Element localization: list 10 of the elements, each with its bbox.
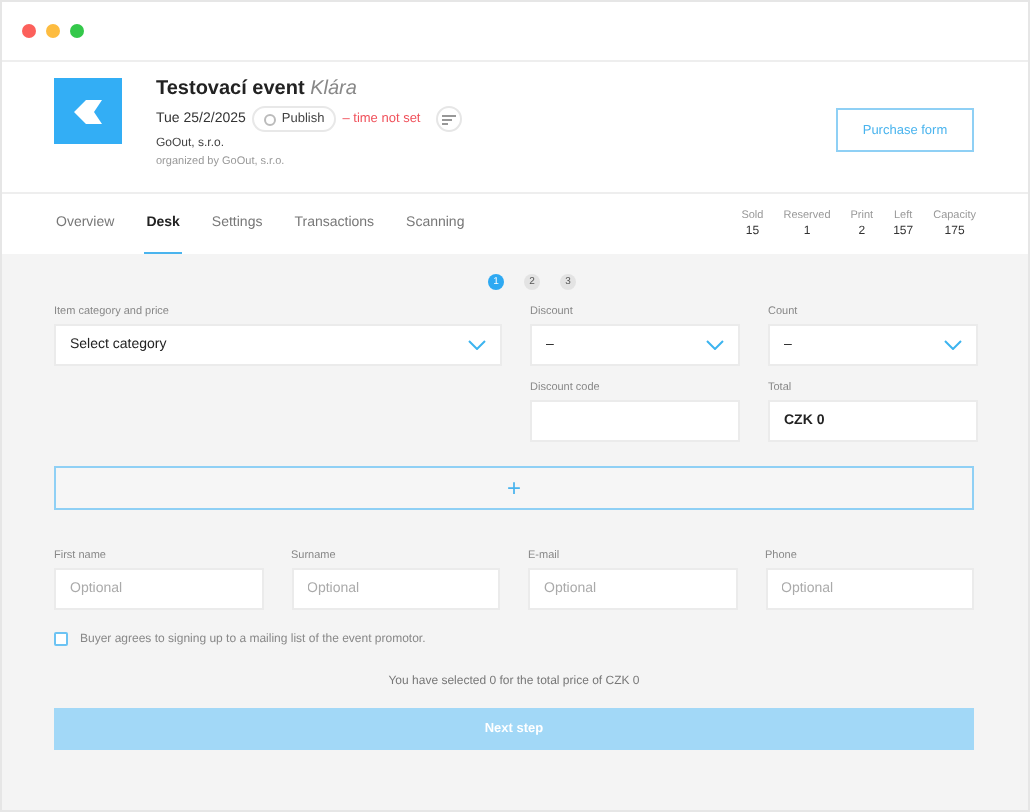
event-logo-icon (54, 78, 122, 144)
checkbox[interactable] (54, 632, 68, 646)
chevron-down-icon (944, 340, 962, 350)
maximize-window-icon[interactable] (70, 24, 84, 38)
event-title: Testovací event Klára (156, 78, 359, 100)
close-window-icon[interactable] (22, 24, 36, 38)
chevron-down-icon (468, 340, 486, 350)
minimize-window-icon[interactable] (46, 24, 60, 38)
chevron-down-icon (706, 340, 724, 350)
menu-icon[interactable] (436, 106, 463, 132)
